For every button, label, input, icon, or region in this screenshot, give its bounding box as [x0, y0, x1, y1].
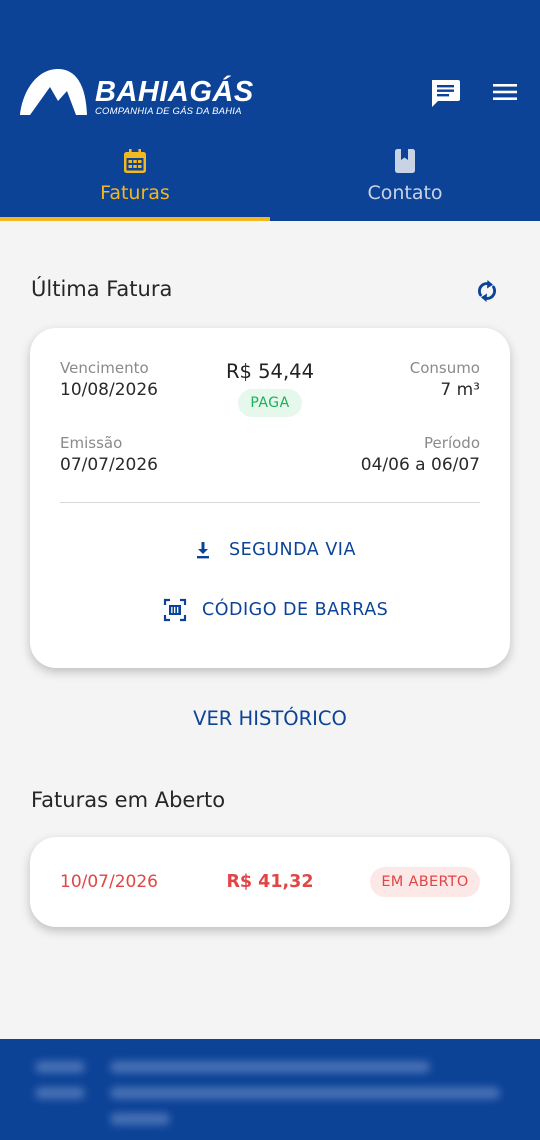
calendar-icon	[124, 149, 146, 173]
emissao-label: Emissão	[60, 434, 123, 452]
faturas-aberto-title: Faturas em Aberto	[31, 788, 226, 812]
codigo-barras-label: CÓDIGO DE BARRAS	[202, 600, 389, 620]
tab-faturas-label: Faturas	[100, 182, 170, 204]
menu-button[interactable]	[490, 80, 520, 104]
brand-name: BAHIAGÁS	[95, 76, 254, 108]
tab-faturas[interactable]: Faturas	[0, 140, 270, 221]
download-icon	[197, 542, 209, 559]
contact-book-icon	[395, 149, 415, 173]
barcode-scan-icon	[163, 598, 187, 622]
vencimento-value: 10/08/2026	[60, 380, 158, 400]
open-invoice-date: 10/07/2026	[60, 872, 158, 892]
segunda-via-label: SEGUNDA VIA	[229, 540, 356, 560]
consumo-value: 7 m³	[440, 380, 480, 400]
brand-block: BAHIAGÁS COMPANHIA DE GÁS DA BAHIA	[95, 78, 254, 118]
active-tab-indicator	[0, 217, 270, 221]
blurred-text	[110, 1087, 500, 1099]
periodo-label: Período	[424, 434, 480, 452]
blurred-text	[110, 1061, 430, 1073]
refresh-button[interactable]	[472, 276, 502, 306]
fatura-aberto-card[interactable]: 10/07/2026 R$ 41,32 EM ABERTO	[30, 837, 510, 927]
vencimento-label: Vencimento	[60, 359, 149, 377]
app-header: BAHIAGÁS COMPANHIA DE GÁS DA BAHIA Fatur…	[0, 0, 540, 221]
consumo-label: Consumo	[409, 359, 480, 377]
card-divider	[60, 502, 480, 503]
emissao-value: 07/07/2026	[60, 455, 158, 475]
tab-contato-label: Contato	[367, 182, 443, 204]
segunda-via-button[interactable]: SEGUNDA VIA	[30, 533, 510, 567]
blurred-text	[110, 1113, 170, 1125]
ultima-fatura-card: Vencimento 10/08/2026 R$ 54,44 PAGA Cons…	[30, 328, 510, 668]
hamburger-menu-icon	[493, 84, 517, 100]
ultima-fatura-title: Última Fatura	[31, 277, 173, 301]
blurred-text	[35, 1061, 85, 1073]
open-invoice-amount: R$ 41,32	[226, 872, 314, 892]
chat-button[interactable]	[429, 78, 461, 108]
status-badge-paga: PAGA	[238, 389, 302, 417]
chat-bubble-icon	[432, 80, 460, 107]
refresh-icon	[478, 280, 496, 302]
brand-tagline: COMPANHIA DE GÁS DA BAHIA	[95, 106, 242, 117]
periodo-value: 04/06 a 06/07	[360, 455, 480, 475]
tab-contato[interactable]: Contato	[270, 140, 540, 221]
codigo-barras-button[interactable]: CÓDIGO DE BARRAS	[30, 593, 510, 627]
status-badge-em-aberto: EM ABERTO	[370, 867, 480, 897]
bahiagas-logo	[20, 69, 87, 115]
footer-blurred	[0, 1039, 540, 1140]
blurred-text	[35, 1087, 85, 1099]
ver-historico-link[interactable]: VER HISTÓRICO	[170, 707, 370, 730]
fatura-amount: R$ 54,44	[226, 360, 314, 383]
